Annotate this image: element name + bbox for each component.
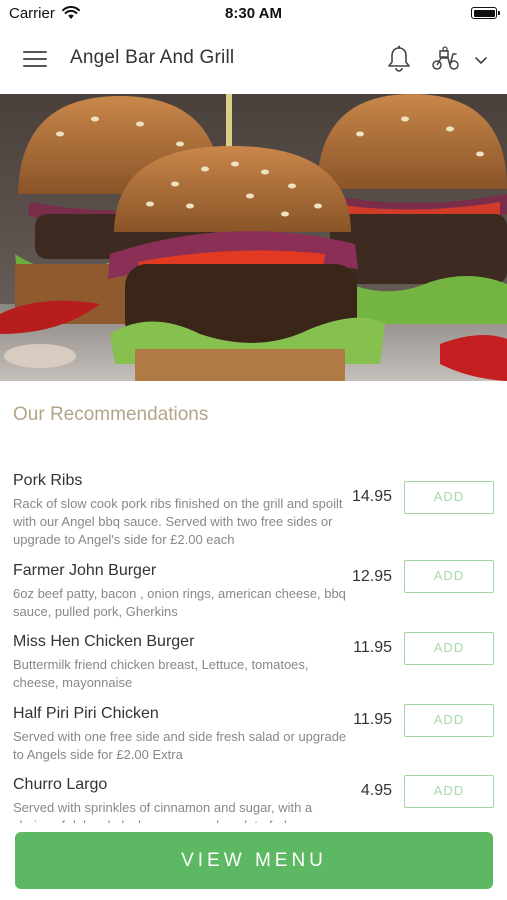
view-menu-button[interactable]: VIEW MENU [15, 832, 493, 889]
delivery-mode-selector[interactable] [431, 46, 493, 74]
clock: 8:30 AM [225, 5, 282, 22]
status-bar: Carrier 8:30 AM [0, 0, 507, 28]
add-button[interactable]: ADD [404, 560, 494, 593]
restaurant-title: Angel Bar And Grill [70, 47, 235, 68]
item-description: Buttermilk friend chicken breast, Lettuc… [13, 657, 309, 690]
item-name: Miss Hen Chicken Burger [13, 633, 195, 650]
item-description: Served with sprinkles of cinnamon and su… [13, 800, 313, 823]
item-price: 4.95 [360, 782, 392, 799]
recommendations-list: Pork Ribs Rack of slow cook pork ribs fi… [0, 462, 507, 823]
item-price: 11.95 [353, 639, 392, 656]
item-description: 6oz beef patty, bacon , onion rings, ame… [13, 586, 346, 619]
hamburger-menu-icon[interactable] [23, 50, 47, 68]
add-button[interactable]: ADD [404, 481, 494, 514]
add-button[interactable]: ADD [404, 775, 494, 808]
add-button[interactable]: ADD [404, 704, 494, 737]
item-description: Served with one free side and side fresh… [13, 729, 347, 762]
item-name: Pork Ribs [13, 472, 83, 489]
item-description: Rack of slow cook pork ribs finished on … [13, 496, 343, 547]
app-header: Angel Bar And Grill [0, 28, 507, 92]
delivery-scooter-icon [432, 46, 459, 70]
item-name: Half Piri Piri Chicken [13, 705, 159, 722]
chevron-down-icon [475, 57, 487, 64]
battery-icon [471, 7, 500, 19]
bell-icon[interactable] [384, 44, 414, 74]
item-name: Farmer John Burger [13, 562, 157, 579]
item-price: 14.95 [351, 488, 392, 505]
item-price: 12.95 [351, 568, 392, 585]
item-price: 11.95 [353, 711, 392, 728]
item-name: Churro Largo [13, 776, 108, 793]
recommendations-heading: Our Recommendations [13, 404, 209, 425]
hero-burger-photo [0, 94, 507, 381]
add-button[interactable]: ADD [404, 632, 494, 665]
